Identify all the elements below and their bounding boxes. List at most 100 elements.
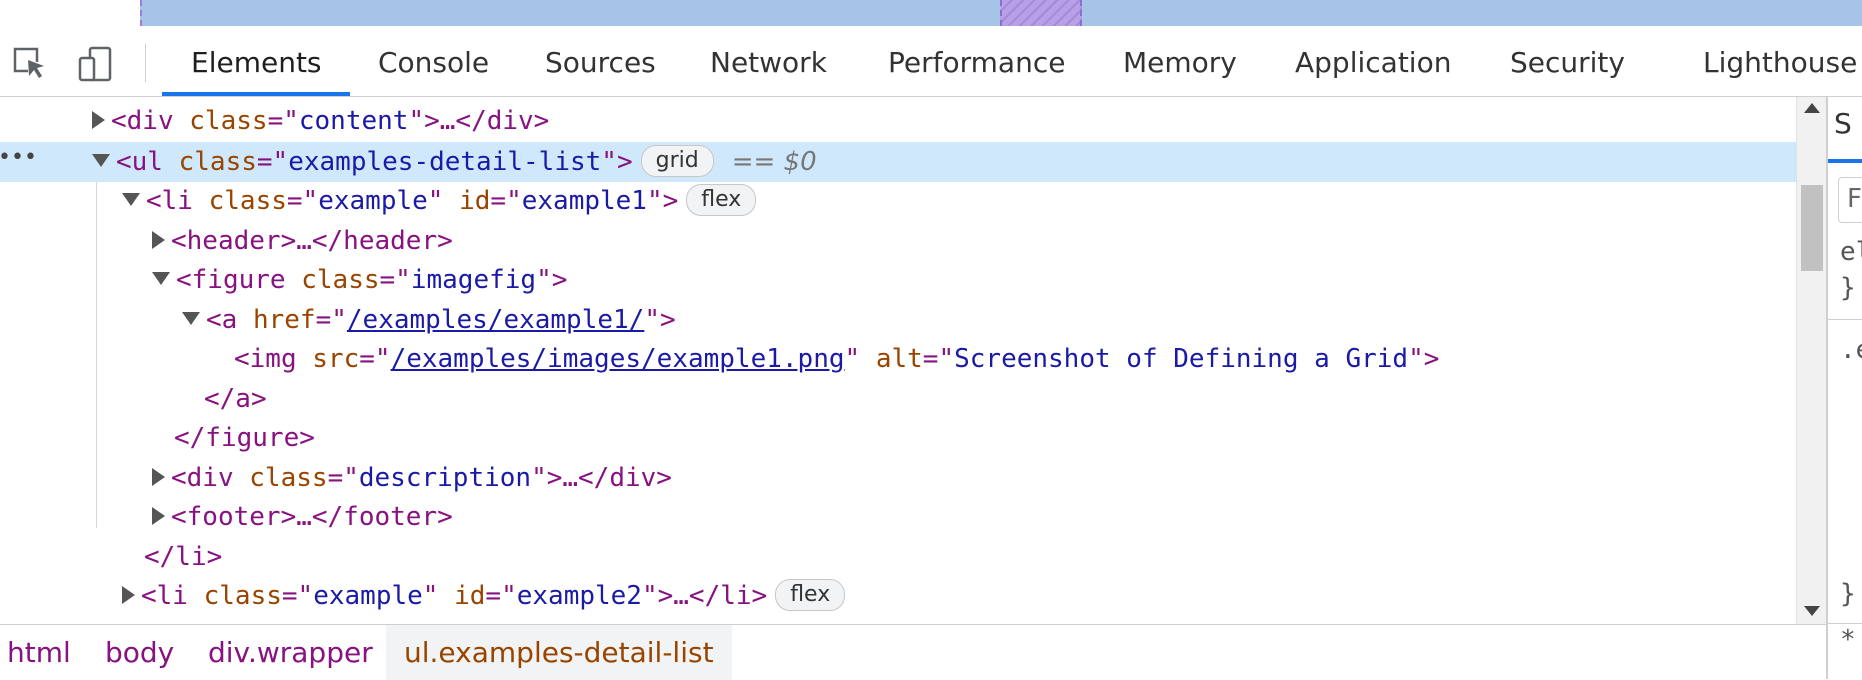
- tag-tail: >: [551, 265, 568, 295]
- page-preview-strip: [0, 0, 1862, 28]
- attr-value: content: [298, 106, 409, 136]
- tag-name: <img: [234, 344, 297, 374]
- rule-divider: [1828, 319, 1862, 320]
- breadcrumb: html body div.wrapper ul.examples-detail…: [0, 624, 1826, 680]
- attr-value: Screenshot of Defining a Grid: [954, 344, 1409, 374]
- tree-node[interactable]: <li class="example" id="example1"> flex: [0, 181, 1796, 221]
- tag-tail: >: [662, 186, 679, 216]
- style-rule-text: el: [1840, 237, 1862, 267]
- device-toolbar-icon[interactable]: [78, 46, 114, 82]
- tree-node[interactable]: <div class="description">…</div>: [0, 458, 1796, 498]
- closing-tag: </a>: [204, 384, 267, 414]
- inspect-element-icon[interactable]: [12, 46, 48, 82]
- tree-node[interactable]: <a href="/examples/example1/">: [0, 300, 1796, 340]
- scroll-up-arrow-icon[interactable]: [1804, 103, 1820, 113]
- closing-tag: </li>: [144, 542, 223, 572]
- attr-value: example: [318, 186, 428, 216]
- rule-divider: [1828, 623, 1862, 624]
- breadcrumb-html[interactable]: html: [7, 625, 71, 680]
- tree-node[interactable]: </figure>: [0, 418, 1796, 458]
- tag-tail: >…</div>: [546, 463, 672, 493]
- collapse-arrow-icon[interactable]: [122, 193, 140, 206]
- collapse-arrow-icon[interactable]: [92, 154, 110, 167]
- tag-name: <header>…</header>: [171, 226, 453, 256]
- style-rule-text: }: [1840, 273, 1856, 303]
- attr-name: href: [252, 305, 316, 335]
- src-link[interactable]: /examples/images/example1.png: [391, 344, 845, 374]
- styles-tab[interactable]: S: [1834, 107, 1852, 140]
- tag-name: <li: [141, 581, 188, 611]
- expand-arrow-icon[interactable]: [152, 506, 165, 525]
- attr-name: id: [459, 186, 491, 216]
- style-rule-text: *: [1840, 625, 1856, 655]
- tab-memory[interactable]: Memory: [1123, 30, 1237, 96]
- more-actions-icon[interactable]: •••: [0, 138, 37, 178]
- attr-name: class: [203, 581, 282, 611]
- tab-sources[interactable]: Sources: [545, 30, 656, 96]
- tree-node[interactable]: <figure class="imagefig">: [0, 260, 1796, 300]
- attr-name: class: [249, 463, 328, 493]
- active-tab-indicator: [162, 92, 350, 96]
- collapse-arrow-icon[interactable]: [182, 312, 200, 325]
- grid-badge[interactable]: grid: [640, 144, 714, 177]
- tag-tail: >…</div>: [424, 106, 550, 136]
- tree-node[interactable]: </li>: [0, 537, 1796, 577]
- attr-name: class: [208, 186, 287, 216]
- tab-elements[interactable]: Elements: [191, 30, 322, 96]
- expand-arrow-icon[interactable]: [122, 585, 135, 604]
- flex-badge[interactable]: flex: [775, 578, 846, 611]
- style-rule-text: .e: [1840, 335, 1862, 365]
- tab-security[interactable]: Security: [1510, 30, 1625, 96]
- expand-arrow-icon[interactable]: [152, 230, 165, 249]
- attr-name: class: [301, 265, 380, 295]
- tree-node[interactable]: <div class="content">…</div>: [0, 101, 1796, 141]
- tag-name: <div: [111, 106, 174, 136]
- tag-name: <figure: [176, 265, 286, 295]
- href-link[interactable]: /examples/example1/: [347, 305, 644, 335]
- tab-console[interactable]: Console: [378, 30, 489, 96]
- tab-network[interactable]: Network: [710, 30, 827, 96]
- tree-node[interactable]: <li class="example" id="example2">…</li>…: [0, 576, 1796, 616]
- attr-value: example: [313, 581, 423, 611]
- breadcrumb-body[interactable]: body: [105, 625, 174, 680]
- elements-tree: <div class="content">…</div> ••• <ul cla…: [0, 97, 1796, 624]
- attr-name: class: [189, 106, 268, 136]
- attr-value: description: [358, 463, 532, 493]
- tree-node-selected[interactable]: ••• <ul class="examples-detail-list"> gri…: [0, 142, 1796, 182]
- tag-tail: >: [1423, 344, 1440, 374]
- tag-name: <ul: [116, 147, 163, 177]
- tree-node[interactable]: <header>…</header>: [0, 221, 1796, 261]
- tree-node[interactable]: </a>: [0, 379, 1796, 419]
- tag-name: <footer>…</footer>: [171, 502, 453, 532]
- scroll-down-arrow-icon[interactable]: [1804, 606, 1820, 616]
- attr-name: alt: [875, 344, 923, 374]
- tag-tail: >: [659, 305, 676, 335]
- tree-scrollbar[interactable]: [1796, 97, 1827, 624]
- filter-placeholder: F: [1847, 184, 1862, 214]
- tab-performance[interactable]: Performance: [888, 30, 1065, 96]
- tree-node[interactable]: <footer>…</footer>: [0, 497, 1796, 537]
- grid-gap-hatch: [1000, 0, 1082, 26]
- tree-node[interactable]: <img src="/examples/images/example1.png"…: [0, 339, 1796, 379]
- attr-name: class: [178, 147, 257, 177]
- styles-pane: S F el } .e } *: [1826, 97, 1862, 679]
- tab-lighthouse[interactable]: Lighthouse: [1703, 30, 1857, 96]
- styles-filter-input[interactable]: F: [1838, 177, 1862, 223]
- styles-tab-indicator: [1828, 159, 1862, 163]
- attr-value: example1: [521, 186, 647, 216]
- style-rule-text: }: [1840, 579, 1856, 609]
- attr-value: example2: [516, 581, 642, 611]
- console-ref: == $0: [731, 147, 817, 177]
- breadcrumb-div-wrapper[interactable]: div.wrapper: [208, 625, 373, 680]
- flex-badge[interactable]: flex: [686, 183, 757, 216]
- breadcrumb-ul-examples-detail-list[interactable]: ul.examples-detail-list: [386, 625, 732, 680]
- expand-arrow-icon[interactable]: [92, 110, 105, 129]
- collapse-arrow-icon[interactable]: [152, 272, 170, 285]
- expand-arrow-icon[interactable]: [152, 467, 165, 486]
- attr-value: examples-detail-list: [288, 147, 602, 177]
- attr-name: src: [312, 344, 360, 374]
- toolbar-separator: [145, 44, 146, 82]
- tab-application[interactable]: Application: [1295, 30, 1451, 96]
- scroll-thumb[interactable]: [1801, 185, 1823, 271]
- attr-name: id: [454, 581, 486, 611]
